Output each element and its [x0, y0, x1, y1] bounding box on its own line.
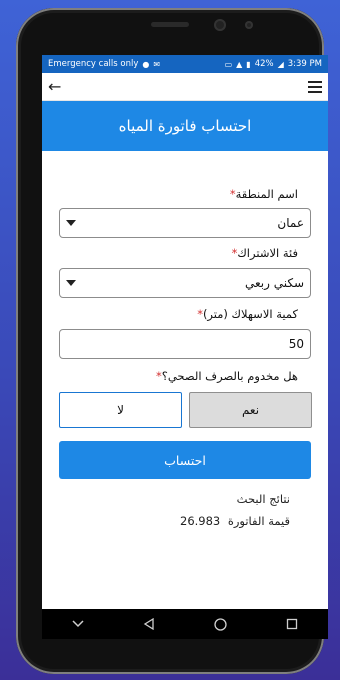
consumption-value: 50: [288, 337, 304, 351]
sanitation-label: هل مخدوم بالصرف الصحي؟*: [156, 369, 298, 383]
category-label: فئة الاشتراك*: [232, 246, 298, 260]
nav-back-icon[interactable]: [137, 612, 161, 636]
phone-frame: Emergency calls only ● ✉ ▭ ▲ ▮ 42% ◢ 3:3…: [16, 8, 328, 674]
signal-icon: ◢: [277, 59, 284, 69]
region-label: اسم المنطقة*: [230, 187, 298, 201]
battery-icon: ▮: [246, 59, 251, 69]
clock: 3:39 PM: [287, 59, 322, 69]
message-icon: ✉: [153, 59, 161, 69]
shield-icon: ●: [142, 59, 150, 69]
category-value: سكني ربعي: [244, 276, 304, 290]
nav-chevron-down-icon[interactable]: [66, 612, 90, 636]
sanitation-yes-button[interactable]: نعم: [189, 392, 312, 428]
screen: Emergency calls only ● ✉ ▭ ▲ ▮ 42% ◢ 3:3…: [42, 55, 328, 639]
results-title: نتائج البحث: [236, 492, 290, 506]
sanitation-label-text: هل مخدوم بالصرف الصحي؟: [161, 369, 298, 383]
category-label-text: فئة الاشتراك: [237, 246, 298, 260]
sanitation-no-label: لا: [117, 403, 124, 417]
region-select[interactable]: عمان: [59, 208, 311, 238]
consumption-label: كمية الاسهلاك (متر)*: [197, 307, 298, 321]
status-bar: Emergency calls only ● ✉ ▭ ▲ ▮ 42% ◢ 3:3…: [42, 55, 328, 73]
vibrate-icon: ▭: [224, 59, 233, 69]
calculate-button-label: احتساب: [164, 452, 206, 468]
proximity-sensor: [245, 21, 253, 29]
nav-recents-icon[interactable]: [280, 612, 304, 636]
consumption-input[interactable]: 50: [59, 329, 311, 359]
calculate-button[interactable]: احتساب: [59, 441, 311, 479]
android-nav-bar: [42, 609, 328, 639]
region-value: عمان: [277, 216, 304, 230]
consumption-label-text: كمية الاسهلاك (متر): [202, 307, 298, 321]
menu-icon[interactable]: [308, 80, 322, 93]
back-arrow-icon[interactable]: ←: [48, 77, 61, 96]
bill-amount-label: قيمة الفاتورة: [227, 514, 290, 528]
page-title-banner: احتساب فاتورة المياه: [42, 101, 328, 151]
page-title: احتساب فاتورة المياه: [118, 117, 252, 135]
chevron-down-icon: [66, 280, 76, 286]
nav-home-icon[interactable]: [209, 612, 233, 636]
category-select[interactable]: سكني ربعي: [59, 268, 311, 298]
wifi-icon: ▲: [236, 59, 243, 69]
bill-amount-value: 26.983: [180, 514, 221, 528]
sanitation-no-button[interactable]: لا: [59, 392, 182, 428]
chevron-down-icon: [66, 220, 76, 226]
carrier-text: Emergency calls only: [48, 59, 139, 69]
region-label-text: اسم المنطقة: [235, 187, 298, 201]
battery-percent: 42%: [254, 59, 274, 69]
app-toolbar: ←: [42, 73, 328, 101]
sanitation-yes-label: نعم: [241, 403, 260, 417]
earpiece-speaker: [151, 22, 189, 27]
front-camera: [214, 19, 226, 31]
